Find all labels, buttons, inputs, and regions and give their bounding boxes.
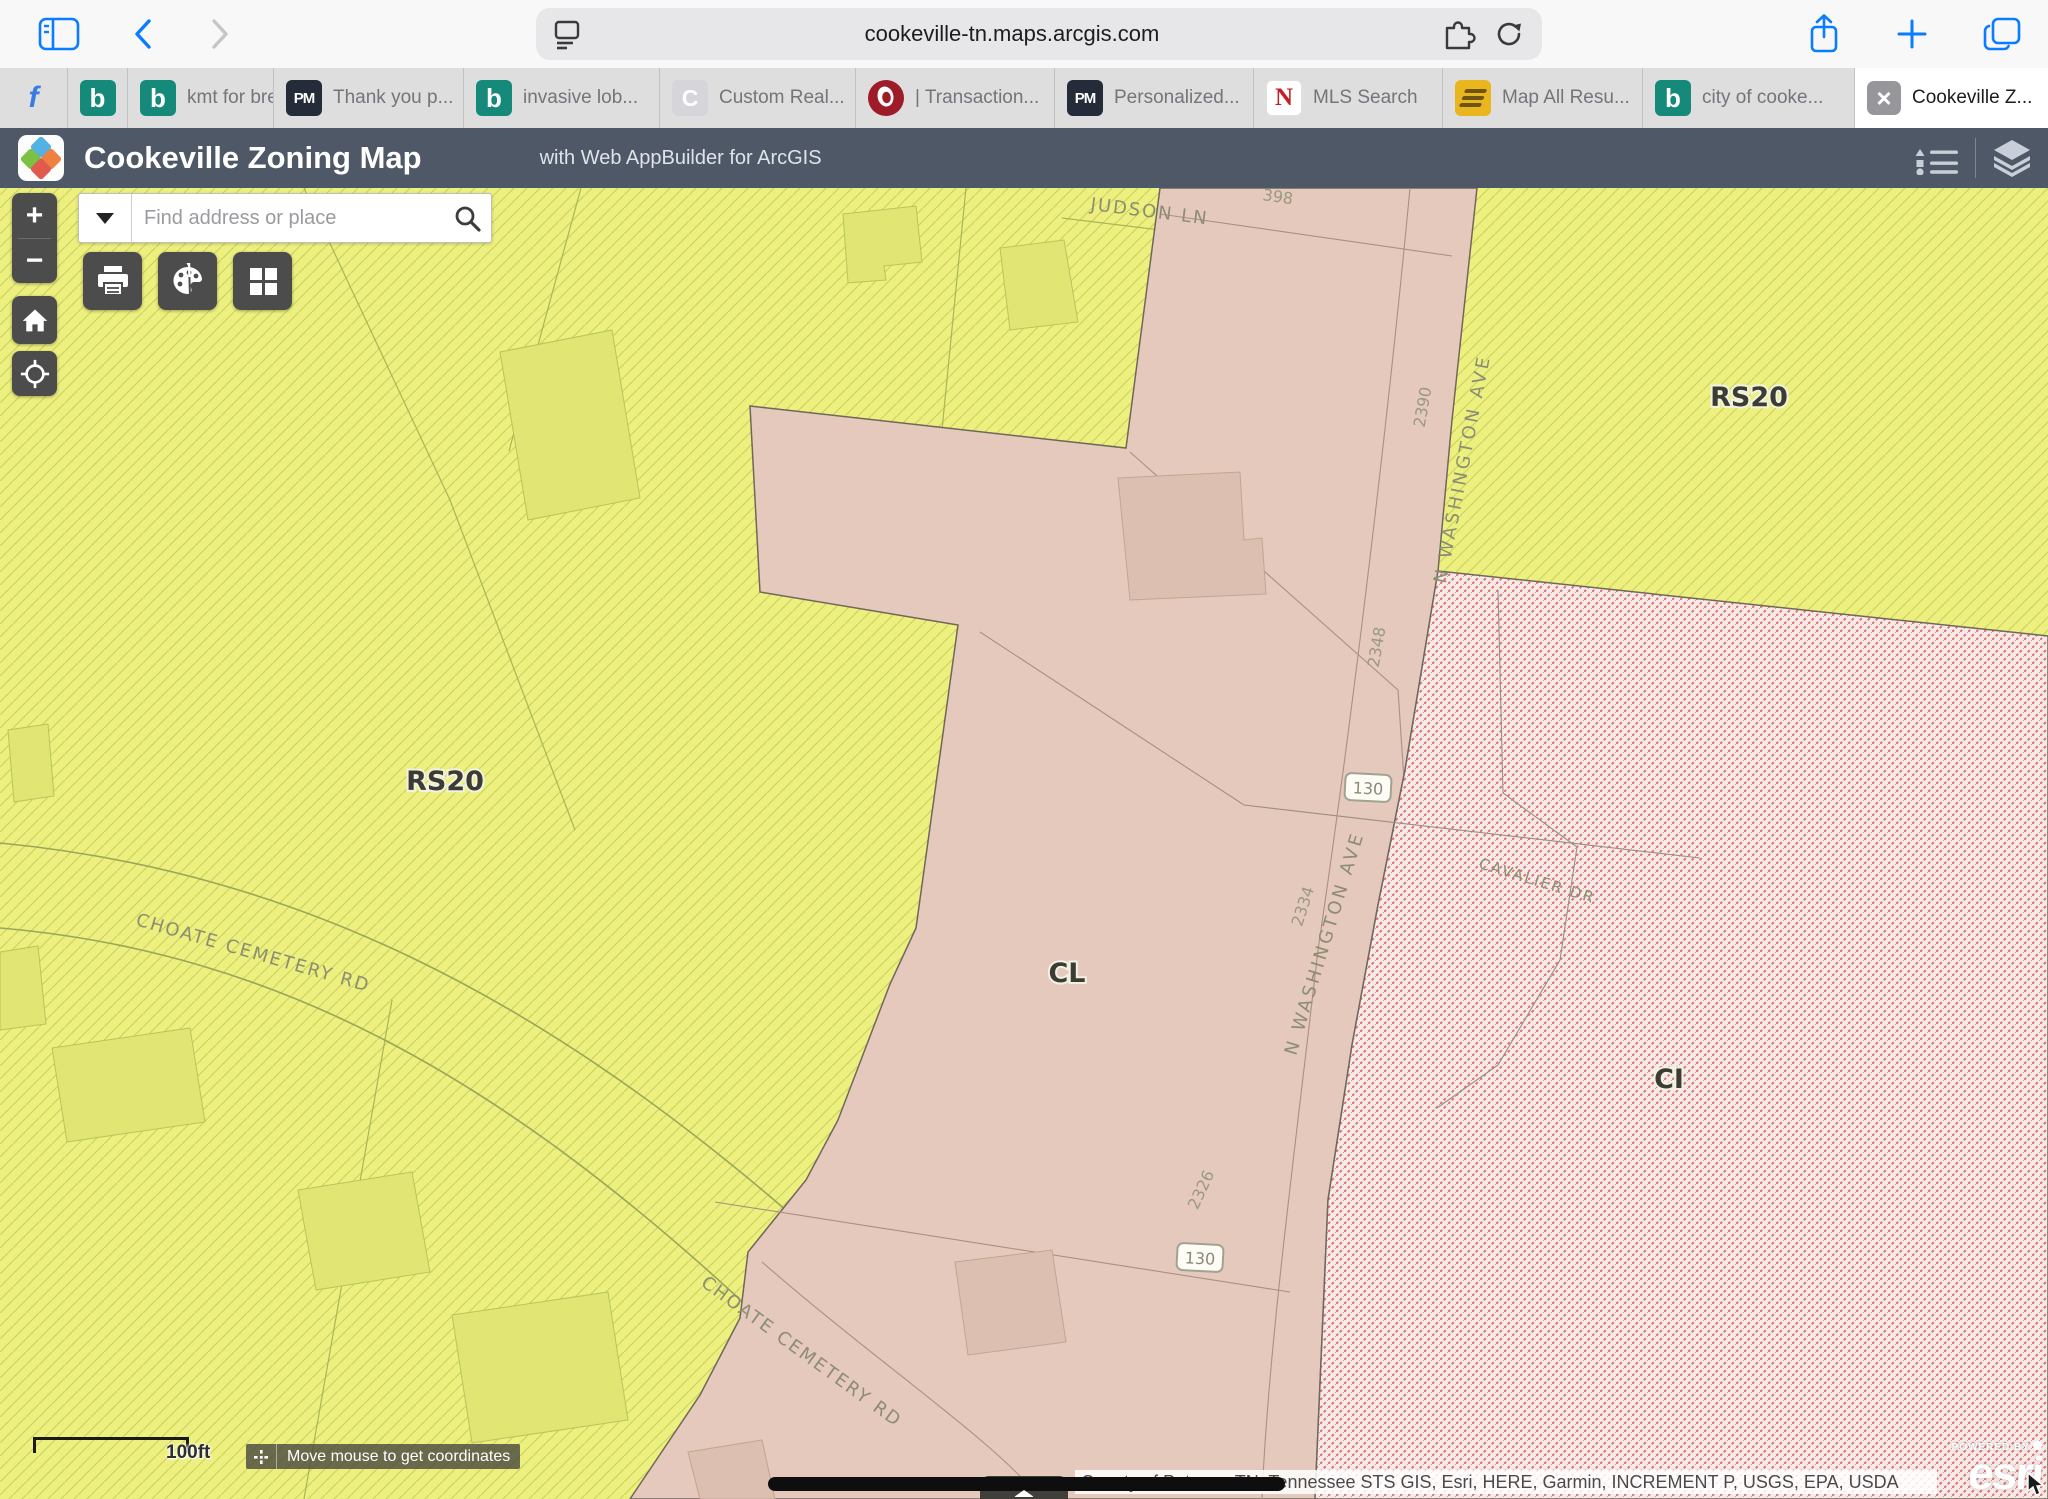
tab-city-of-cookeville[interactable]: b city of cooke... bbox=[1643, 68, 1855, 128]
crosshair-icon[interactable] bbox=[246, 1444, 277, 1469]
chevron-down-icon bbox=[96, 213, 114, 224]
tab-transaction[interactable]: | Transaction... bbox=[856, 68, 1055, 128]
coordinate-hint-text: Move mouse to get coordinates bbox=[277, 1448, 520, 1466]
n-icon: N bbox=[1266, 80, 1302, 116]
layered-bars-icon bbox=[1455, 80, 1491, 116]
layers-icon[interactable] bbox=[1990, 139, 2034, 177]
tab-partial[interactable]: f bbox=[0, 68, 68, 128]
legend-icon[interactable] bbox=[1915, 141, 1961, 175]
tab-label: city of cooke... bbox=[1702, 87, 1823, 109]
tab-custom-real[interactable]: C Custom Real... bbox=[660, 68, 856, 128]
print-button[interactable] bbox=[83, 252, 142, 310]
close-tab-icon[interactable]: × bbox=[1867, 81, 1901, 115]
zone-label-ci: CI bbox=[1654, 1064, 1684, 1095]
share-button[interactable] bbox=[1796, 0, 1852, 68]
my-location-button[interactable] bbox=[12, 351, 57, 396]
zone-ci-area bbox=[1315, 571, 2048, 1499]
sidebar-icon bbox=[38, 17, 80, 51]
palette-icon bbox=[169, 263, 207, 299]
app-header: Cookeville Zoning Map with Web AppBuilde… bbox=[0, 128, 2048, 188]
basemap-gallery-button[interactable] bbox=[233, 252, 292, 310]
search-widget bbox=[78, 193, 492, 243]
coordinate-widget[interactable]: Move mouse to get coordinates bbox=[246, 1444, 520, 1469]
extensions-icon[interactable] bbox=[1442, 18, 1476, 50]
new-tab-button[interactable] bbox=[1884, 0, 1940, 68]
svg-text:130: 130 bbox=[1352, 778, 1383, 799]
zone-label-rs20-right: RS20 bbox=[1710, 382, 1788, 413]
svg-text:130: 130 bbox=[1184, 1248, 1215, 1269]
page-title: Cookeville Zoning Map bbox=[84, 140, 422, 176]
tab-label: Cookeville Z... bbox=[1912, 87, 2032, 109]
tabs-icon bbox=[1982, 16, 2022, 52]
route-shield-130-upper: 130 bbox=[1344, 773, 1391, 802]
tab-mls-search[interactable]: N MLS Search bbox=[1254, 68, 1443, 128]
pm-icon: PM bbox=[286, 80, 322, 116]
c-icon: C bbox=[672, 80, 708, 116]
url-text: cookeville-tn.maps.arcgis.com bbox=[582, 21, 1442, 47]
forward-button[interactable] bbox=[195, 0, 245, 68]
tab-invasive[interactable]: b invasive lob... bbox=[464, 68, 660, 128]
tab-label: Map All Resu... bbox=[1502, 87, 1630, 109]
tab-map-all[interactable]: Map All Resu... bbox=[1443, 68, 1643, 128]
home-indicator-bar[interactable] bbox=[768, 1477, 1285, 1491]
cursor-pointer bbox=[2026, 1472, 2048, 1498]
tab-cookeville-zoning-active[interactable]: × Cookeville Z... bbox=[1855, 68, 2048, 128]
zoom-out-button[interactable]: − bbox=[12, 239, 57, 282]
swirl-icon bbox=[868, 80, 904, 116]
search-icon bbox=[453, 204, 481, 232]
draw-button[interactable] bbox=[158, 252, 217, 310]
locate-icon bbox=[20, 359, 50, 389]
tab-label: Personalized... bbox=[1114, 87, 1240, 109]
forward-icon bbox=[210, 18, 230, 50]
print-icon bbox=[95, 264, 131, 298]
page-format-icon[interactable] bbox=[552, 18, 582, 50]
tab-label: kmt for bre bbox=[187, 87, 273, 109]
scale-label: 100ft bbox=[166, 1442, 210, 1464]
sidebar-toggle-button[interactable] bbox=[30, 0, 88, 68]
back-icon bbox=[133, 18, 153, 50]
pm-icon: PM bbox=[1067, 80, 1103, 116]
tab-kmt[interactable]: b kmt for bre bbox=[128, 68, 274, 128]
tab-bing-blank[interactable]: b bbox=[68, 68, 128, 128]
bing-icon: b bbox=[1655, 80, 1691, 116]
page-subtitle: with Web AppBuilder for ArcGIS bbox=[540, 147, 822, 170]
tab-strip: f b b kmt for bre PM Thank you p... b in… bbox=[0, 68, 2048, 128]
home-extent-button[interactable] bbox=[12, 296, 57, 344]
bing-icon: b bbox=[80, 80, 116, 116]
tab-personalized[interactable]: PM Personalized... bbox=[1055, 68, 1254, 128]
zone-label-cl: CL bbox=[1048, 958, 1085, 989]
zoning-map-canvas[interactable]: JUDSON LN N WASHINGTON AVE N WASHINGTON … bbox=[0, 188, 2048, 1499]
route-shield-130-lower: 130 bbox=[1176, 1243, 1223, 1272]
browser-toolbar: cookeville-tn.maps.arcgis.com bbox=[0, 0, 2048, 69]
zone-label-rs20-left: RS20 bbox=[406, 766, 484, 797]
home-icon bbox=[20, 306, 50, 334]
search-input[interactable] bbox=[132, 194, 443, 242]
grid-icon bbox=[246, 264, 280, 298]
zoom-in-button[interactable]: + bbox=[12, 193, 57, 238]
tab-thank-you[interactable]: PM Thank you p... bbox=[274, 68, 464, 128]
search-source-dropdown[interactable] bbox=[79, 194, 132, 242]
tabs-overview-button[interactable] bbox=[1972, 0, 2032, 68]
tab-label: invasive lob... bbox=[523, 87, 638, 109]
f-icon: f bbox=[16, 80, 52, 116]
tab-label: MLS Search bbox=[1313, 87, 1418, 109]
address-bar[interactable]: cookeville-tn.maps.arcgis.com bbox=[536, 8, 1542, 60]
bing-icon: b bbox=[476, 80, 512, 116]
arcgis-logo bbox=[18, 135, 64, 181]
header-divider bbox=[1975, 138, 1976, 178]
tab-label: | Transaction... bbox=[915, 87, 1039, 109]
back-button[interactable] bbox=[118, 0, 168, 68]
reload-icon[interactable] bbox=[1494, 18, 1526, 50]
tab-label: Custom Real... bbox=[719, 87, 845, 109]
bing-icon: b bbox=[140, 80, 176, 116]
zoom-control: + − bbox=[12, 193, 57, 283]
plus-icon bbox=[1895, 17, 1929, 51]
screen: cookeville-tn.maps.arcgis.com bbox=[0, 0, 2048, 1499]
tab-label: Thank you p... bbox=[333, 87, 453, 109]
share-icon bbox=[1807, 13, 1841, 55]
chevron-up-icon bbox=[1014, 1490, 1034, 1497]
search-button[interactable] bbox=[443, 194, 491, 242]
